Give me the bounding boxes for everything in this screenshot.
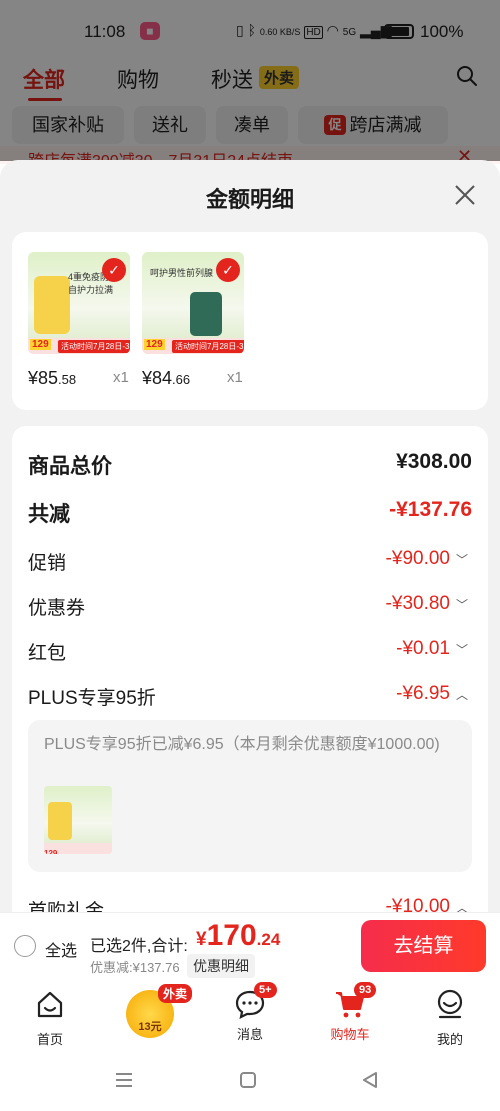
home-icon bbox=[37, 991, 63, 1018]
product-thumbnail[interactable]: 4重免疫防线 自护力拉满 ✓ 129活动时间7月28日-31日 bbox=[28, 252, 130, 354]
price-integer: 85 bbox=[38, 368, 59, 388]
label-price: 129 bbox=[44, 849, 58, 854]
product-jar bbox=[48, 802, 72, 840]
row-coupon[interactable]: 优惠券 -¥30.80 ﹀ bbox=[28, 593, 472, 623]
row-value: -¥30.80 bbox=[385, 593, 450, 614]
row-label: 红包 bbox=[28, 643, 67, 664]
tab-messages[interactable]: 5+ 消息 bbox=[210, 982, 290, 1043]
product-thumbnail[interactable]: 呵护男性前列腺 ✓ 129 活动时间7月28日-31日 bbox=[142, 252, 244, 354]
item-qty: x1 bbox=[113, 369, 129, 386]
menu-icon[interactable] bbox=[114, 1070, 134, 1090]
price-tag-bar: 129 活动时间7月28日-31日 bbox=[142, 338, 244, 354]
chevron-down-icon: ﹀ bbox=[455, 553, 468, 567]
tab-cart[interactable]: 93 购物车 bbox=[310, 982, 390, 1043]
plus-note: PLUS专享95折已减¥6.95（本月剩余优惠额度¥1000.00) bbox=[44, 736, 440, 753]
total-amount: ¥170.24 bbox=[196, 919, 280, 953]
chevron-down-icon: ﹀ bbox=[455, 598, 468, 612]
cart-badge: 93 bbox=[354, 982, 377, 998]
row-label: 优惠券 bbox=[28, 598, 86, 619]
sheet-title: 金额明细 bbox=[205, 187, 294, 212]
tab-label: 消息 bbox=[236, 1027, 263, 1042]
row-value: -¥6.95 bbox=[396, 683, 450, 704]
cart-icon-wrap: 93 bbox=[334, 982, 377, 1020]
price-decimal: .58 bbox=[58, 372, 77, 387]
event-ribbon: 活动时间7月28日-31日 bbox=[172, 340, 244, 353]
price-tag-bar: 129 bbox=[44, 843, 112, 854]
checkout-button[interactable]: 去结算 bbox=[361, 920, 486, 972]
message-icon-wrap: 5+ bbox=[234, 982, 277, 1020]
tab-mine[interactable]: 我的 bbox=[410, 988, 490, 1048]
plus-detail-box: PLUS专享95折已减¥6.95（本月剩余优惠额度¥1000.00) 129 bbox=[28, 720, 472, 872]
row-label: 首购礼金 bbox=[28, 901, 105, 912]
event-ribbon: 活动时间7月28日-31日 bbox=[58, 340, 130, 353]
row-value: -¥0.01 bbox=[396, 638, 450, 659]
product-jar bbox=[34, 276, 70, 334]
row-value: -¥10.00 bbox=[385, 896, 450, 912]
row-first-purchase[interactable]: 首购礼金 -¥10.00 ︿ bbox=[28, 896, 472, 912]
item-price: ¥84.66 bbox=[142, 368, 190, 389]
tab-home[interactable]: 首页 bbox=[10, 988, 90, 1048]
profile-icon bbox=[437, 989, 463, 1019]
tab-label: 我的 bbox=[436, 1032, 463, 1047]
row-label: PLUS专享95折 bbox=[28, 688, 156, 709]
row-label: 促销 bbox=[28, 553, 67, 574]
row-value: ¥308.00 bbox=[396, 450, 472, 473]
row-value: -¥90.00 bbox=[385, 548, 450, 569]
back-icon[interactable] bbox=[360, 1070, 380, 1090]
goods-card: 4重免疫防线 自护力拉满 ✓ 129活动时间7月28日-31日 ¥85.58 x… bbox=[12, 232, 488, 410]
row-total-discount: 共减 -¥137.76 bbox=[28, 498, 472, 528]
waimai-badge: 外卖 bbox=[158, 984, 193, 1003]
total-integer: 170 bbox=[206, 919, 257, 952]
select-all-label[interactable]: 全选 bbox=[45, 937, 77, 961]
message-badge: 5+ bbox=[254, 982, 277, 998]
total-symbol: ¥ bbox=[196, 929, 207, 950]
row-plus-discount[interactable]: PLUS专享95折 -¥6.95 ︿ bbox=[28, 683, 472, 713]
total-decimal: .24 bbox=[256, 930, 281, 949]
row-label: 共减 bbox=[28, 503, 70, 526]
price-tag-bar: 129 活动时间7月28日-31日 bbox=[28, 338, 130, 354]
row-label: 商品总价 bbox=[28, 455, 112, 478]
label-price: 129 bbox=[30, 339, 51, 350]
row-goods-total: 商品总价 ¥308.00 bbox=[28, 450, 472, 480]
checkout-bar: 全选 已选2件,合计: ¥170.24 优惠减:¥137.76 优惠明细 去结算 bbox=[0, 912, 500, 982]
chevron-down-icon: ﹀ bbox=[455, 643, 468, 657]
row-promotion[interactable]: 促销 -¥90.00 ﹀ bbox=[28, 548, 472, 578]
modal-overlay[interactable] bbox=[0, 0, 500, 161]
row-value: -¥137.76 bbox=[389, 498, 472, 521]
system-nav-bar bbox=[0, 1050, 500, 1111]
coin-amount: 13元 bbox=[138, 1021, 162, 1033]
label-price: 129 bbox=[144, 339, 165, 350]
home-square-icon[interactable] bbox=[238, 1070, 258, 1090]
price-decimal: .66 bbox=[172, 372, 191, 387]
saved-amount: 优惠减:¥137.76 bbox=[90, 960, 180, 975]
amount-detail-sheet: 金额明细 4重免疫防线 自护力拉满 ✓ 129活动时间7月28日-31日 ¥85… bbox=[0, 160, 500, 912]
selection-summary: 已选2件,合计: bbox=[90, 938, 188, 955]
row-red-packet[interactable]: 红包 -¥0.01 ﹀ bbox=[28, 638, 472, 668]
tab-label: 首页 bbox=[36, 1032, 63, 1047]
chevron-up-icon: ︿ bbox=[455, 901, 468, 912]
close-icon[interactable] bbox=[452, 182, 478, 208]
price-integer: 84 bbox=[152, 368, 173, 388]
amount-detail-card: 商品总价 ¥308.00 共减 -¥137.76 促销 -¥90.00 ﹀ 优惠… bbox=[12, 426, 488, 912]
product-thumbnail[interactable]: 129 bbox=[44, 786, 112, 854]
discount-detail-button[interactable]: 优惠明细 bbox=[187, 954, 255, 978]
item-price: ¥85.58 bbox=[28, 368, 76, 389]
product-jar bbox=[190, 292, 222, 336]
tab-label: 购物车 bbox=[330, 1027, 370, 1042]
price-symbol: ¥ bbox=[28, 368, 39, 388]
product-caption: 呵护男性前列腺 bbox=[150, 268, 214, 278]
selected-check-icon: ✓ bbox=[102, 258, 126, 282]
price-symbol: ¥ bbox=[142, 368, 153, 388]
select-all-radio[interactable] bbox=[14, 935, 36, 957]
item-qty: x1 bbox=[227, 369, 243, 386]
chevron-up-icon: ︿ bbox=[455, 688, 468, 702]
selected-check-icon: ✓ bbox=[216, 258, 240, 282]
bottom-tab-bar: 首页 13元 外卖 5+ 消息 93 购物车 我的 bbox=[0, 982, 500, 1050]
waimai-entry[interactable]: 13元 外卖 bbox=[122, 982, 193, 1042]
